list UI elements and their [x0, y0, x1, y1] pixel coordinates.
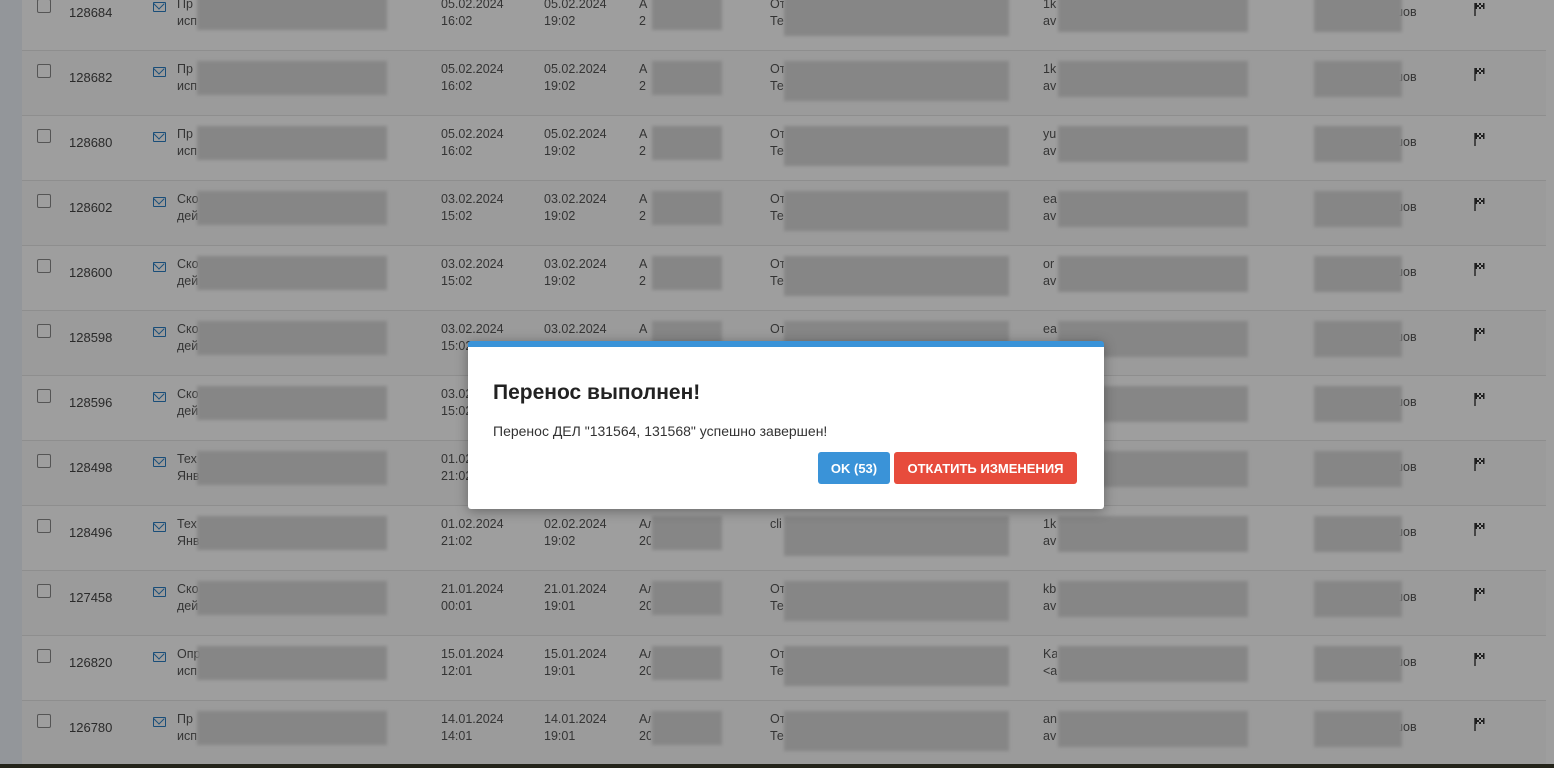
ok-button[interactable]: OK (53) [818, 452, 890, 484]
dialog-title: Перенос выполнен! [493, 381, 701, 404]
rollback-changes-button[interactable]: ОТКАТИТЬ ИЗМЕНЕНИЯ [894, 452, 1077, 484]
transfer-complete-dialog: Перенос выполнен! Перенос ДЕЛ "131564, 1… [468, 341, 1104, 509]
dialog-message: Перенос ДЕЛ "131564, 131568" успешно зав… [493, 423, 828, 439]
